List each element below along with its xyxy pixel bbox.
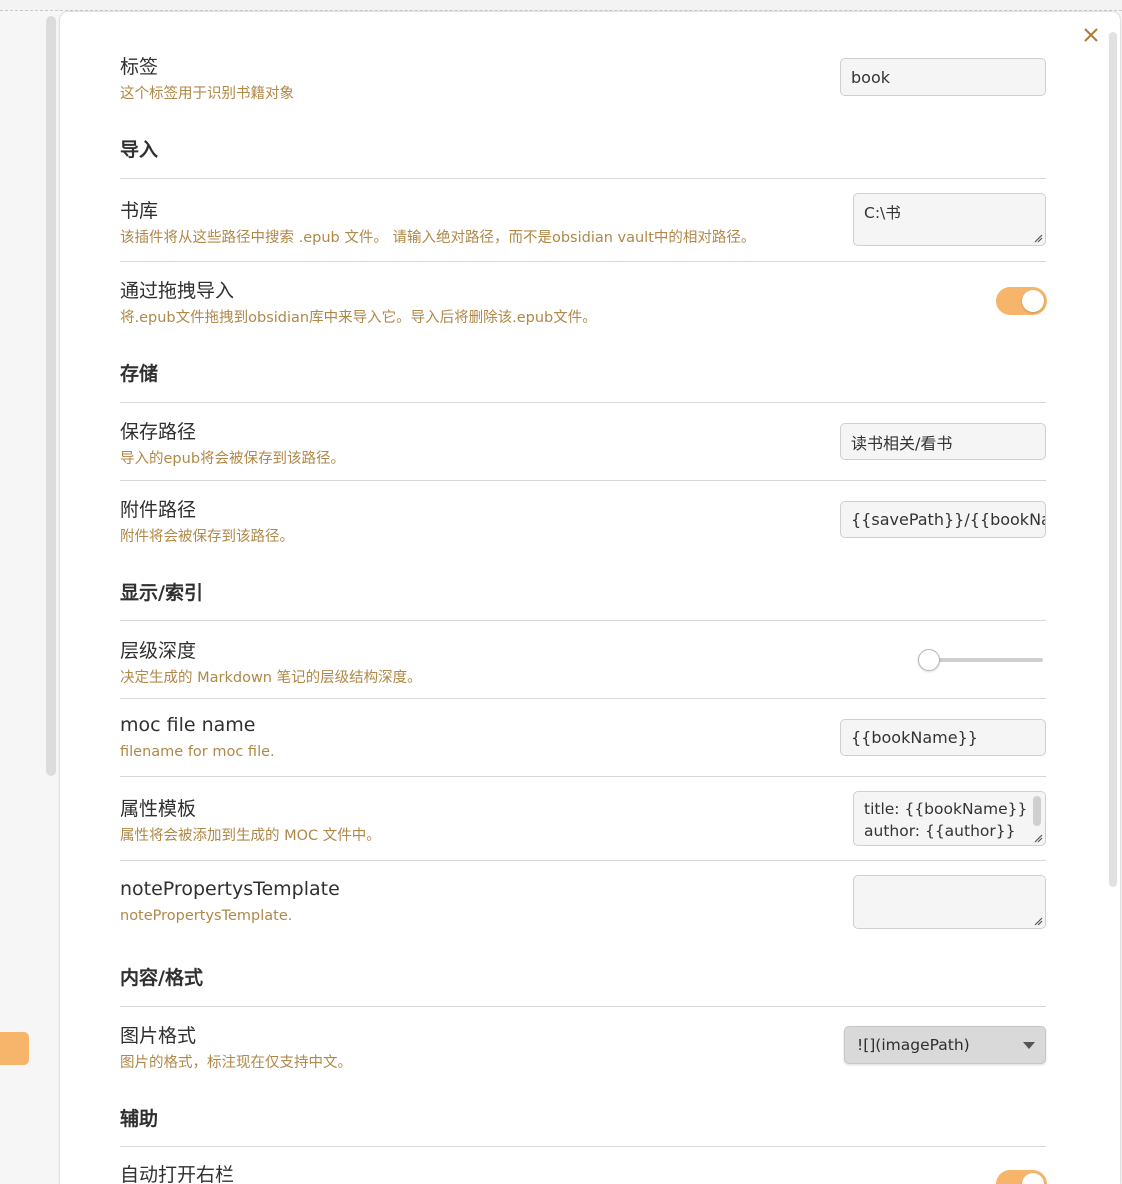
toggle-knob: [1022, 1173, 1044, 1184]
template-line: author: {{author}}: [864, 822, 1016, 840]
divider: [120, 698, 1046, 699]
setting-description: 属性将会被添加到生成的 MOC 文件中。: [120, 828, 381, 844]
setting-auto-open-sidebar: 自动打开右栏: [120, 1160, 1046, 1184]
divider: [120, 620, 1046, 621]
divider: [120, 1146, 1046, 1147]
close-button[interactable]: [1080, 22, 1102, 48]
setting-description: 该插件将从这些路径中搜索 .epub 文件。 请输入绝对路径，而不是obsidi…: [120, 230, 756, 246]
section-heading-content: 内容/格式: [120, 967, 203, 989]
section-heading-import: 导入: [120, 139, 159, 161]
setting-name: 书库: [120, 200, 159, 222]
drag-import-toggle[interactable]: [996, 287, 1047, 315]
attachment-path-input[interactable]: {{savePath}}/{{bookName}}: [840, 501, 1046, 538]
divider: [120, 402, 1046, 403]
level-depth-slider-track[interactable]: [930, 658, 1043, 662]
setting-description: 将.epub文件拖拽到obsidian库中来导入它。导入后将删除该.epub文件…: [120, 310, 597, 326]
setting-name: 附件路径: [120, 499, 197, 521]
setting-level-depth: 层级深度 决定生成的 Markdown 笔记的层级结构深度。: [120, 636, 1046, 696]
setting-description: notePropertysTemplate.: [120, 908, 293, 924]
setting-drag-import: 通过拖拽导入 将.epub文件拖拽到obsidian库中来导入它。导入后将删除该…: [120, 276, 1046, 336]
background-accent-tab[interactable]: [0, 1032, 29, 1065]
divider: [120, 178, 1046, 179]
note-properties-template-textarea[interactable]: [853, 875, 1046, 929]
divider: [120, 776, 1046, 777]
modal-scrollbar[interactable]: [1109, 32, 1117, 887]
setting-description: filename for moc file.: [120, 744, 275, 760]
setting-name: 属性模板: [120, 798, 197, 820]
close-icon: [1084, 28, 1098, 42]
section-heading-assist: 辅助: [120, 1108, 159, 1130]
divider: [120, 1006, 1046, 1007]
level-depth-slider-thumb[interactable]: [918, 649, 940, 671]
section-heading-storage: 存储: [120, 363, 159, 385]
setting-name: 图片格式: [120, 1025, 197, 1047]
setting-name: moc file name: [120, 714, 256, 736]
image-format-selected: ![](imagePath): [857, 1036, 970, 1054]
settings-modal: 标签 这个标签用于识别书籍对象 book 导入 书库 该插件将从这些路径中搜索 …: [60, 12, 1120, 1184]
setting-description: 图片的格式，标注现在仅支持中文。: [120, 1055, 352, 1071]
setting-description: 导入的epub将会被保存到该路径。: [120, 451, 346, 467]
background-scrollbar[interactable]: [46, 16, 56, 776]
save-path-input[interactable]: 读书相关/看书: [840, 423, 1046, 460]
textarea-scrollbar[interactable]: [1033, 796, 1041, 826]
image-format-select[interactable]: ![](imagePath): [844, 1026, 1046, 1064]
setting-description: 这个标签用于识别书籍对象: [120, 86, 294, 102]
setting-name: notePropertysTemplate: [120, 878, 340, 900]
setting-name: 自动打开右栏: [120, 1164, 235, 1184]
divider: [120, 860, 1046, 861]
setting-description: 决定生成的 Markdown 笔记的层级结构深度。: [120, 670, 422, 686]
library-path-value: C:\书: [864, 204, 901, 222]
moc-file-name-input[interactable]: {{bookName}}: [840, 719, 1046, 756]
setting-name: 通过拖拽导入: [120, 280, 235, 302]
setting-name: 保存路径: [120, 421, 197, 443]
window-top-edge: [0, 0, 1122, 11]
setting-name: 层级深度: [120, 640, 197, 662]
resize-handle-icon[interactable]: [1033, 833, 1043, 843]
library-path-textarea[interactable]: C:\书: [853, 193, 1046, 246]
section-heading-display: 显示/索引: [120, 582, 203, 604]
setting-name: 标签: [120, 56, 159, 78]
toggle-knob: [1022, 290, 1044, 312]
setting-description: 附件将会被保存到该路径。: [120, 529, 294, 545]
resize-handle-icon[interactable]: [1033, 233, 1043, 243]
property-template-textarea[interactable]: title: {{bookName}} author: {{author}}: [853, 791, 1046, 846]
divider: [120, 261, 1046, 262]
tag-input[interactable]: book: [840, 58, 1046, 96]
resize-handle-icon[interactable]: [1033, 916, 1043, 926]
divider: [120, 480, 1046, 481]
template-line: title: {{bookName}}: [864, 800, 1028, 818]
chevron-down-icon: [1023, 1042, 1035, 1049]
